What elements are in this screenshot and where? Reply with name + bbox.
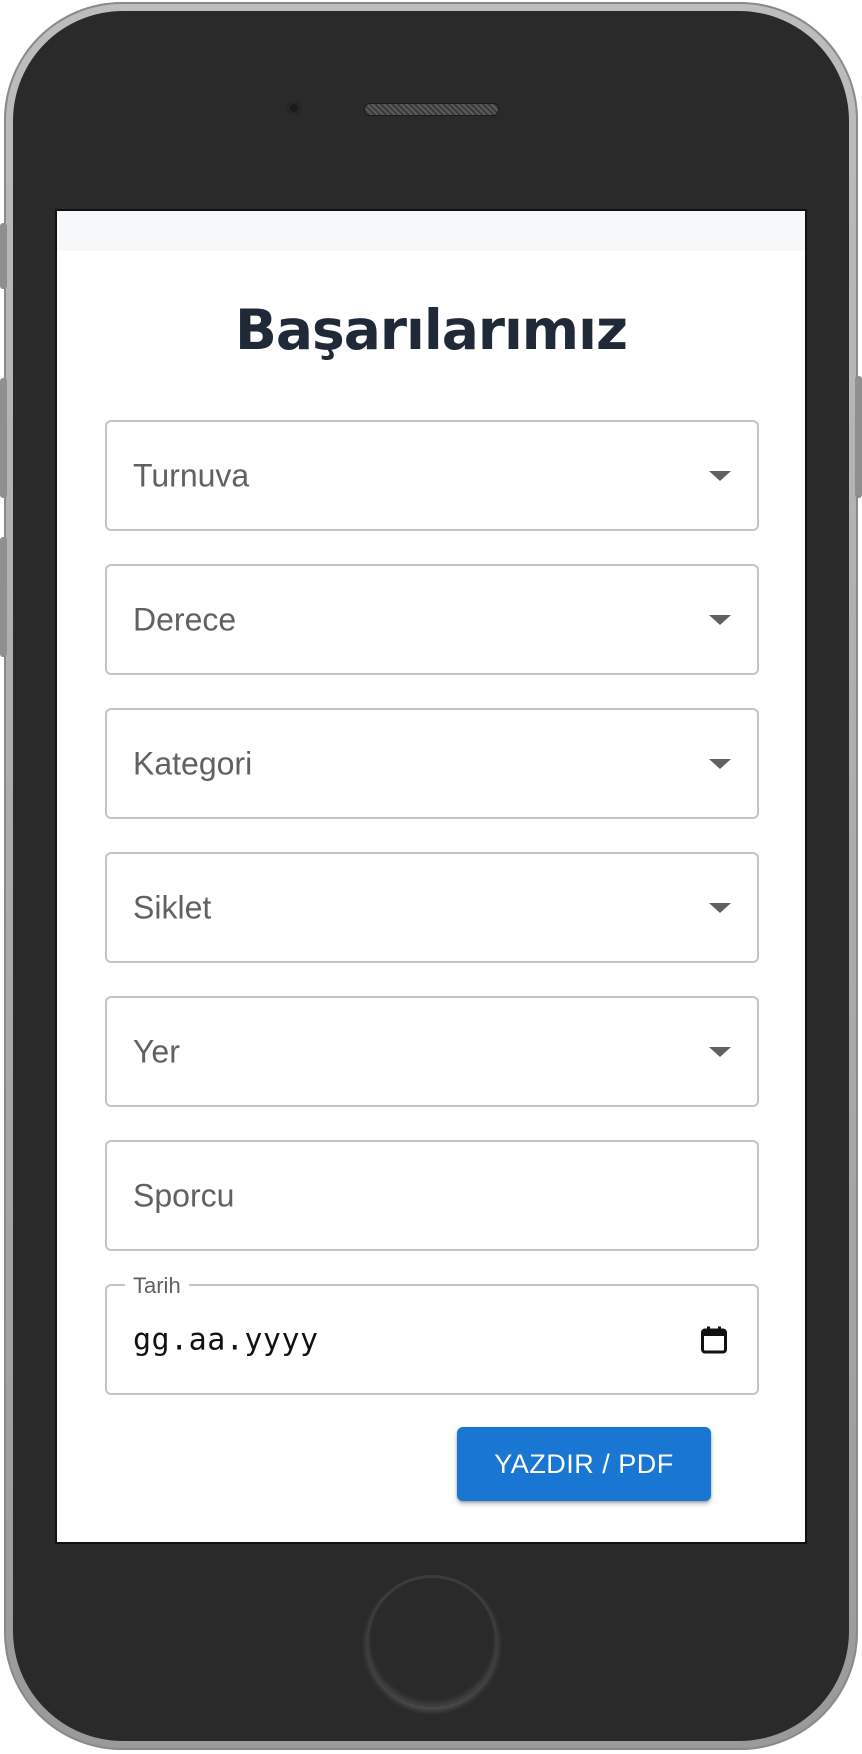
category-select[interactable]: Kategori bbox=[105, 708, 759, 819]
date-input[interactable]: Tarih gg.aa.yyyy bbox=[105, 1273, 759, 1395]
caret-down-icon bbox=[709, 902, 731, 913]
caret-down-icon bbox=[709, 470, 731, 481]
volume-down-button bbox=[0, 537, 7, 657]
mute-switch bbox=[0, 223, 7, 289]
tournament-select[interactable]: Turnuva bbox=[105, 420, 759, 531]
power-button bbox=[855, 376, 862, 498]
calendar-icon[interactable] bbox=[701, 1326, 727, 1354]
earpiece-speaker bbox=[364, 103, 499, 116]
weight-class-select[interactable]: Siklet bbox=[105, 852, 759, 963]
rank-select[interactable]: Derece bbox=[105, 564, 759, 675]
tournament-label: Turnuva bbox=[133, 457, 250, 493]
app-screen: Başarılarımız Turnuva Derece Kategori Si… bbox=[55, 209, 807, 1544]
home-button[interactable] bbox=[366, 1575, 498, 1707]
category-label: Kategori bbox=[133, 745, 253, 781]
caret-down-icon bbox=[709, 1046, 731, 1057]
weight-class-label: Siklet bbox=[133, 889, 212, 925]
location-select[interactable]: Yer bbox=[105, 996, 759, 1107]
location-label: Yer bbox=[133, 1033, 180, 1069]
athlete-placeholder: Sporcu bbox=[133, 1177, 235, 1213]
status-strip bbox=[57, 211, 805, 251]
rank-label: Derece bbox=[133, 601, 237, 637]
front-camera bbox=[287, 101, 301, 115]
athlete-input[interactable]: Sporcu bbox=[105, 1140, 759, 1251]
volume-up-button bbox=[0, 378, 7, 498]
date-placeholder: gg.aa.yyyy bbox=[133, 1322, 319, 1357]
page-title: Başarılarımız bbox=[235, 298, 628, 362]
print-pdf-button[interactable]: YAZDIR / PDF bbox=[457, 1427, 711, 1501]
caret-down-icon bbox=[709, 758, 731, 769]
date-label: Tarih bbox=[125, 1273, 189, 1299]
caret-down-icon bbox=[709, 614, 731, 625]
